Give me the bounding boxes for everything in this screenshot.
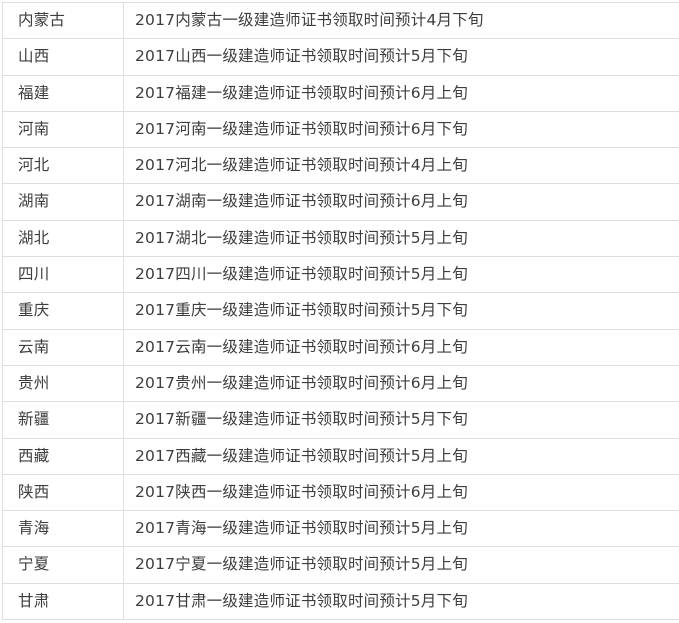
detail-cell: 2017河北一级建造师证书领取时间预计4月上旬 (123, 147, 679, 185)
region-cell: 山西 (2, 38, 124, 76)
region-cell: 湖南 (2, 183, 124, 221)
table-row: 河北 2017河北一级建造师证书领取时间预计4月上旬 (2, 147, 679, 185)
detail-cell: 2017内蒙古一级建造师证书领取时间预计4月下旬 (123, 2, 679, 40)
detail-cell: 2017四川一级建造师证书领取时间预计5月上旬 (123, 256, 679, 294)
table-row: 云南 2017云南一级建造师证书领取时间预计6月上旬 (2, 329, 679, 366)
table-row: 西藏 2017西藏一级建造师证书领取时间预计5月上旬 (2, 438, 679, 475)
region-cell: 河北 (2, 147, 124, 185)
region-cell: 青海 (2, 510, 124, 548)
detail-cell: 2017湖北一级建造师证书领取时间预计5月上旬 (123, 220, 679, 258)
region-cell: 重庆 (2, 292, 124, 330)
table-row: 新疆 2017新疆一级建造师证书领取时间预计5月下旬 (2, 401, 679, 439)
detail-cell: 2017重庆一级建造师证书领取时间预计5月下旬 (123, 292, 679, 330)
table-row: 山西 2017山西一级建造师证书领取时间预计5月下旬 (2, 38, 679, 76)
certificate-schedule-table: 内蒙古 2017内蒙古一级建造师证书领取时间预计4月下旬 山西 2017山西一级建造师… (2, 2, 679, 621)
table-row: 内蒙古 2017内蒙古一级建造师证书领取时间预计4月下旬 (2, 2, 679, 40)
table-row: 河南 2017河南一级建造师证书领取时间预计6月下旬 (2, 111, 679, 149)
table-body: 内蒙古 2017内蒙古一级建造师证书领取时间预计4月下旬 山西 2017山西一级建造师… (2, 2, 679, 621)
detail-cell: 2017西藏一级建造师证书领取时间预计5月上旬 (123, 438, 679, 475)
table-row: 福建 2017福建一级建造师证书领取时间预计6月上旬 (2, 75, 679, 112)
table-row: 陕西 2017陕西一级建造师证书领取时间预计6月上旬 (2, 474, 679, 512)
table-row: 甘肃 2017甘肃一级建造师证书领取时间预计5月下旬 (2, 583, 679, 621)
region-cell: 宁夏 (2, 546, 124, 584)
table-row: 四川 2017四川一级建造师证书领取时间预计5月上旬 (2, 256, 679, 294)
region-cell: 湖北 (2, 220, 124, 258)
region-cell: 河南 (2, 111, 124, 149)
detail-cell: 2017甘肃一级建造师证书领取时间预计5月下旬 (123, 583, 679, 621)
table-row: 湖北 2017湖北一级建造师证书领取时间预计5月上旬 (2, 220, 679, 258)
detail-cell: 2017河南一级建造师证书领取时间预计6月下旬 (123, 111, 679, 149)
table-row: 宁夏 2017宁夏一级建造师证书领取时间预计5月上旬 (2, 546, 679, 584)
table-row: 贵州 2017贵州一级建造师证书领取时间预计6月上旬 (2, 365, 679, 403)
detail-cell: 2017山西一级建造师证书领取时间预计5月下旬 (123, 38, 679, 76)
region-cell: 内蒙古 (2, 2, 124, 40)
detail-cell: 2017福建一级建造师证书领取时间预计6月上旬 (123, 75, 679, 112)
detail-cell: 2017陕西一级建造师证书领取时间预计6月上旬 (123, 474, 679, 512)
region-cell: 云南 (2, 329, 124, 366)
detail-cell: 2017新疆一级建造师证书领取时间预计5月下旬 (123, 401, 679, 439)
table-row: 湖南 2017湖南一级建造师证书领取时间预计6月上旬 (2, 183, 679, 221)
detail-cell: 2017宁夏一级建造师证书领取时间预计5月上旬 (123, 546, 679, 584)
detail-cell: 2017湖南一级建造师证书领取时间预计6月上旬 (123, 183, 679, 221)
region-cell: 贵州 (2, 365, 124, 403)
region-cell: 陕西 (2, 474, 124, 512)
region-cell: 福建 (2, 75, 124, 112)
region-cell: 甘肃 (2, 583, 124, 621)
detail-cell: 2017云南一级建造师证书领取时间预计6月上旬 (123, 329, 679, 366)
detail-cell: 2017青海一级建造师证书领取时间预计5月上旬 (123, 510, 679, 548)
certificate-schedule-table-container: 内蒙古 2017内蒙古一级建造师证书领取时间预计4月下旬 山西 2017山西一级建造师… (2, 2, 679, 621)
region-cell: 西藏 (2, 438, 124, 475)
region-cell: 四川 (2, 256, 124, 294)
table-row: 青海 2017青海一级建造师证书领取时间预计5月上旬 (2, 510, 679, 548)
table-row: 重庆 2017重庆一级建造师证书领取时间预计5月下旬 (2, 292, 679, 330)
detail-cell: 2017贵州一级建造师证书领取时间预计6月上旬 (123, 365, 679, 403)
region-cell: 新疆 (2, 401, 124, 439)
